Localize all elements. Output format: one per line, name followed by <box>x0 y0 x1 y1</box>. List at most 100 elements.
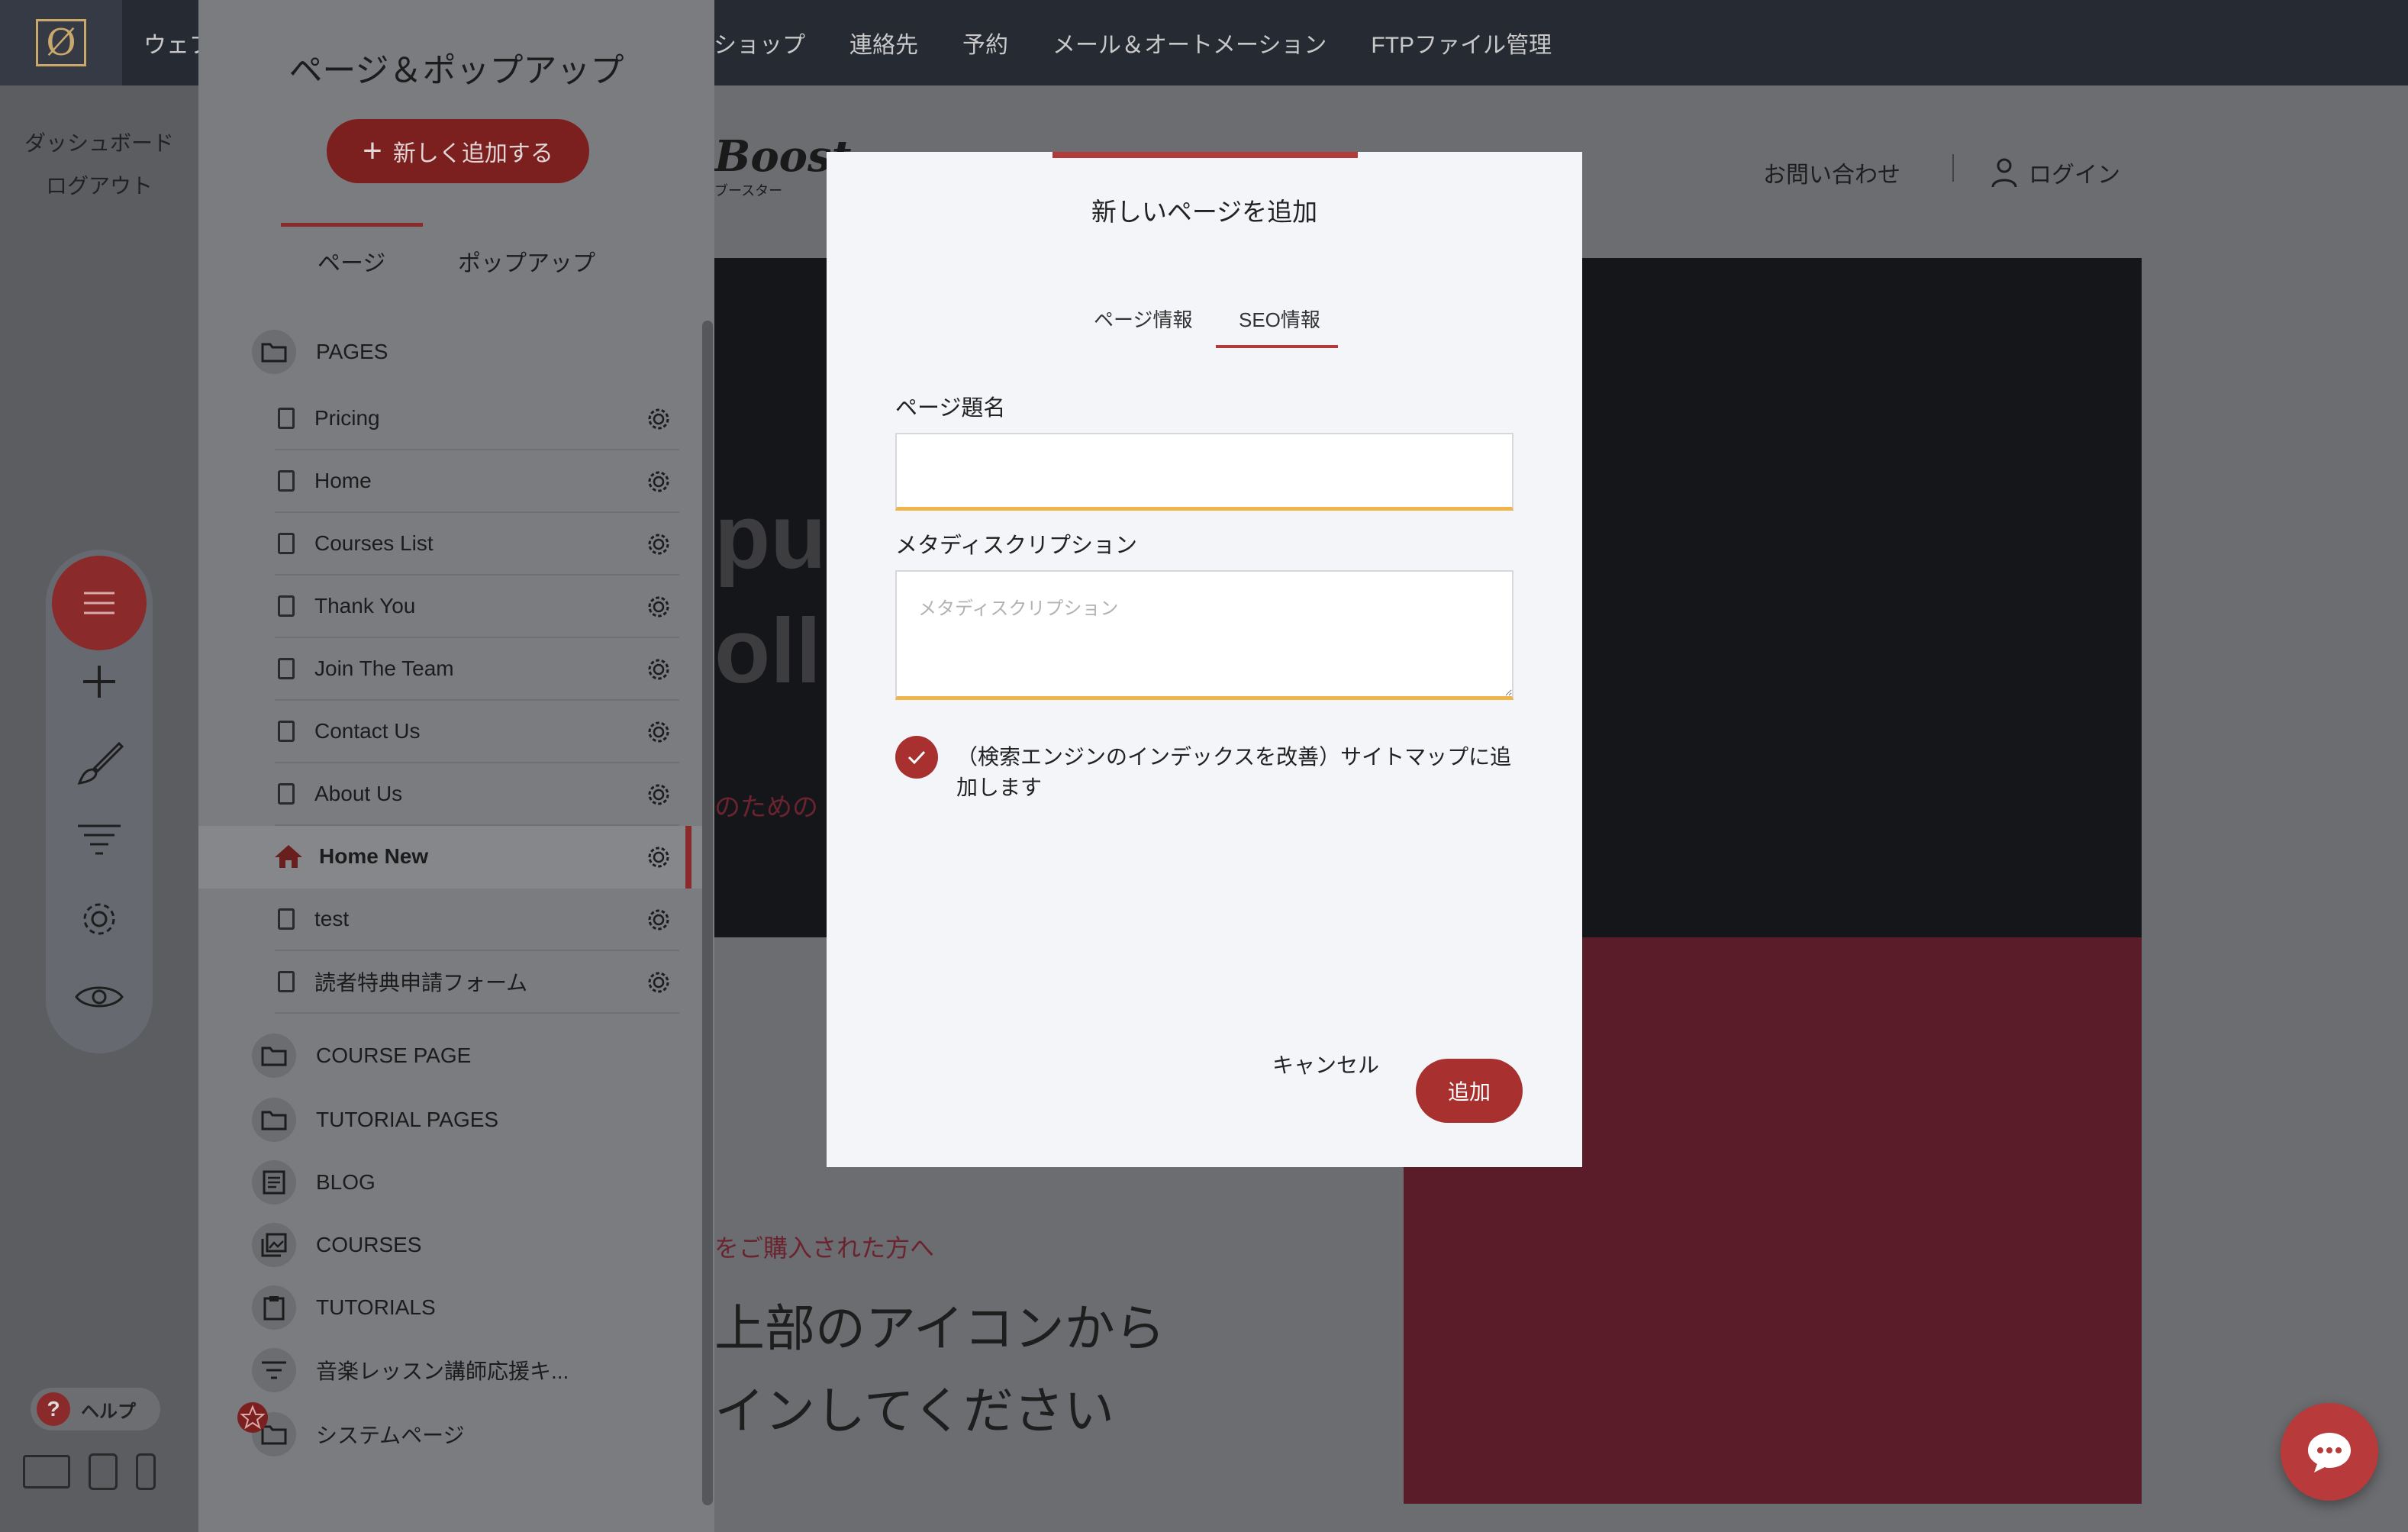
filter-button[interactable] <box>46 823 153 860</box>
preview-button[interactable] <box>46 982 153 1016</box>
nav-item-ftp[interactable]: FTPファイル管理 <box>1371 26 1552 60</box>
page-icon <box>278 971 295 992</box>
add-new-button[interactable]: + 新しく追加する <box>327 119 589 183</box>
folder-tutorial-pages[interactable]: TUTORIAL PAGES <box>252 1093 498 1147</box>
user-icon <box>1991 158 2017 188</box>
folder-icon <box>252 1098 296 1142</box>
panel-scrollbar[interactable] <box>702 321 713 1505</box>
page-icon <box>278 721 295 742</box>
gear-icon[interactable] <box>646 656 672 682</box>
page-icon <box>278 908 295 930</box>
page-item-reader-form[interactable]: 読者特典申請フォーム <box>275 951 679 1014</box>
gear-icon[interactable] <box>646 469 672 495</box>
menu-button[interactable] <box>52 556 147 650</box>
gear-icon[interactable] <box>646 719 672 745</box>
app-logo[interactable]: Ø <box>0 0 122 85</box>
desktop-view-icon[interactable] <box>23 1455 70 1488</box>
folder-label: PAGES <box>316 340 388 363</box>
content-subtitle: をご購入された方へ <box>714 1234 935 1262</box>
meta-description-label: メタディスクリプション <box>895 534 1137 558</box>
settings-button[interactable] <box>46 898 153 944</box>
blog-icon <box>252 1160 296 1205</box>
site-login-link[interactable]: ログイン <box>1991 156 2120 189</box>
gallery-icon <box>252 1223 296 1267</box>
page-item-about-us[interactable]: About Us <box>275 763 679 826</box>
page-title-label: ページ題名 <box>895 396 1006 421</box>
hamburger-icon <box>84 592 114 614</box>
folder-icon <box>252 1034 296 1078</box>
cancel-button[interactable]: キャンセル <box>1272 1049 1379 1079</box>
editor-toolbar <box>46 550 153 1053</box>
gear-icon <box>83 903 115 935</box>
login-label: ログイン <box>2029 163 2120 188</box>
page-item-test[interactable]: test <box>275 889 679 951</box>
page-item-courses-list[interactable]: Courses List <box>275 513 679 576</box>
active-tab-indicator <box>281 223 423 227</box>
gear-icon[interactable] <box>646 907 672 933</box>
gear-icon[interactable] <box>646 782 672 808</box>
gear-icon[interactable] <box>646 594 672 620</box>
nav-item-booking[interactable]: 予約 <box>962 26 1008 60</box>
chat-button[interactable] <box>2281 1403 2378 1501</box>
seo-tab-indicator <box>1216 345 1338 348</box>
nav-item-shop[interactable]: ショップ <box>714 26 805 60</box>
tab-page-info[interactable]: ページ情報 <box>1094 305 1192 333</box>
page-item-join-the-team[interactable]: Join The Team <box>275 638 679 701</box>
gear-icon[interactable] <box>646 969 672 995</box>
question-icon: ? <box>37 1392 70 1426</box>
check-icon <box>907 750 926 765</box>
brush-icon <box>77 741 124 785</box>
plus-icon <box>83 666 115 698</box>
page-icon <box>278 408 295 429</box>
page-item-home[interactable]: Home <box>275 450 679 513</box>
tab-popups[interactable]: ポップアップ <box>458 244 595 278</box>
folder-course-page[interactable]: COURSE PAGE <box>252 1029 471 1082</box>
folder-icon <box>237 1402 296 1456</box>
add-element-button[interactable] <box>46 663 153 705</box>
folder-courses[interactable]: COURSES <box>252 1218 421 1272</box>
gear-icon[interactable] <box>646 844 672 870</box>
folder-tutorials[interactable]: TUTORIALS <box>252 1281 436 1334</box>
page-icon <box>278 595 295 617</box>
gear-icon[interactable] <box>646 531 672 557</box>
tab-pages[interactable]: ページ <box>318 244 385 278</box>
modal-title: 新しいページを追加 <box>1091 198 1318 226</box>
logout-link[interactable]: ログアウト <box>0 169 198 200</box>
filter-icon <box>78 824 121 855</box>
page-item-thank-you[interactable]: Thank You <box>275 576 679 638</box>
help-label: ヘルプ <box>81 1401 136 1422</box>
page-item-pricing[interactable]: Pricing <box>275 388 679 450</box>
tablet-view-icon[interactable] <box>89 1453 118 1490</box>
page-title-input[interactable] <box>895 433 1513 511</box>
folder-system-pages[interactable]: システムページ <box>237 1402 465 1461</box>
panel-title: ページ＆ポップアップ <box>289 52 624 89</box>
plus-icon: + <box>363 132 382 169</box>
gear-icon[interactable] <box>646 406 672 432</box>
site-contact-link[interactable]: お問い合わせ <box>1763 156 1900 189</box>
folder-music-lesson[interactable]: 音楽レッスン講師応援キ... <box>252 1343 569 1397</box>
help-button[interactable]: ? ヘルプ <box>31 1388 160 1430</box>
hero-heading: pu oll <box>714 485 827 702</box>
clipboard-icon <box>252 1285 296 1330</box>
sitemap-checkbox-label: （検索エンジンのインデックスを改善）サイトマップに追加します <box>956 745 1512 799</box>
page-icon <box>278 658 295 679</box>
page-item-home-new[interactable]: Home New <box>198 826 702 889</box>
sitemap-checkbox[interactable] <box>895 736 938 779</box>
meta-description-textarea[interactable] <box>895 570 1513 700</box>
mobile-view-icon[interactable] <box>136 1453 156 1490</box>
folder-blog[interactable]: BLOG <box>252 1156 376 1209</box>
pages-panel: ページ＆ポップアップ + 新しく追加する ページ ポップアップ PAGES Pri… <box>198 0 714 1532</box>
nav-item-contacts[interactable]: 連絡先 <box>849 26 918 60</box>
home-icon <box>275 845 302 868</box>
nav-main: ショップ 連絡先 予約 メール＆オートメーション FTPファイル管理 <box>714 0 1552 85</box>
hero-tagline: のための <box>714 793 818 822</box>
add-button[interactable]: 追加 <box>1416 1059 1523 1123</box>
dashboard-link[interactable]: ダッシュボード <box>0 127 198 157</box>
tab-seo-info[interactable]: SEO情報 <box>1239 305 1320 333</box>
nav-item-mail-automation[interactable]: メール＆オートメーション <box>1052 26 1326 60</box>
folder-icon <box>252 330 296 374</box>
design-button[interactable] <box>46 739 153 792</box>
active-page-marker <box>685 826 691 889</box>
page-item-contact-us[interactable]: Contact Us <box>275 701 679 763</box>
folder-pages[interactable]: PAGES <box>252 325 388 379</box>
